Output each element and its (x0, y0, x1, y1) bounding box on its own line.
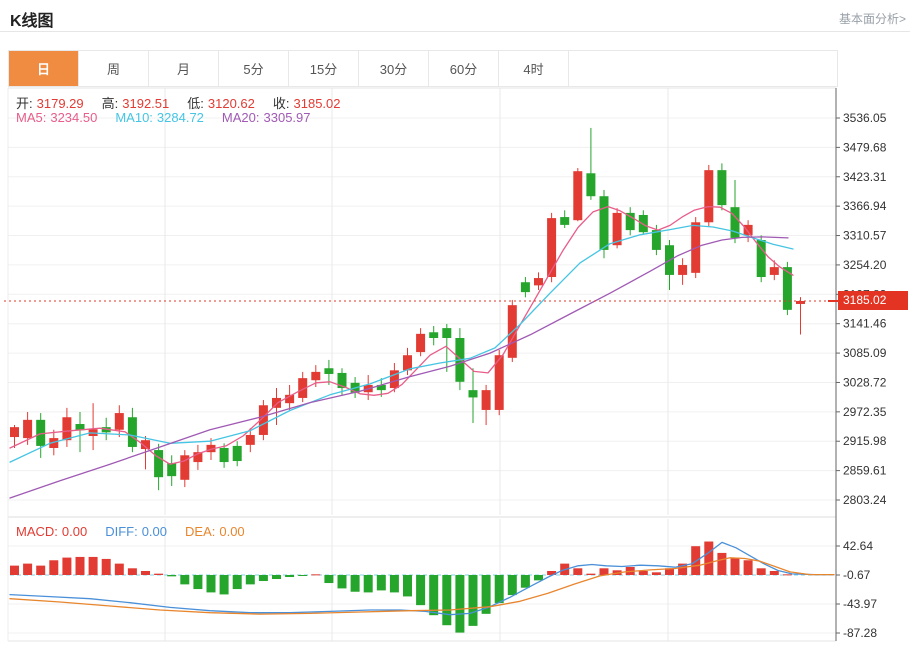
svg-text:2972.35: 2972.35 (843, 405, 887, 419)
svg-text:3085.09: 3085.09 (843, 346, 887, 360)
svg-text:3536.05: 3536.05 (843, 111, 887, 125)
readout-item: MA5:3234.50 (16, 110, 101, 125)
readout-item: 高:3192.51 (102, 96, 174, 111)
svg-text:2915.98: 2915.98 (843, 434, 887, 448)
readout-item: DIFF:0.00 (105, 524, 171, 539)
svg-text:42.64: 42.64 (843, 539, 873, 553)
svg-text:3479.68: 3479.68 (843, 140, 887, 154)
svg-text:3028.72: 3028.72 (843, 375, 887, 389)
kline-widget: K线图 基本面分析> 日周月5分15分30分60分4时 开:3179.29高:3… (0, 0, 910, 645)
svg-text:-87.28: -87.28 (843, 626, 877, 640)
readout-item: 开:3179.29 (16, 96, 88, 111)
svg-text:3141.46: 3141.46 (843, 317, 887, 331)
svg-text:3423.31: 3423.31 (843, 170, 887, 184)
current-price-badge: 3185.02 (838, 291, 908, 310)
readout-item: DEA:0.00 (185, 524, 249, 539)
svg-text:3366.94: 3366.94 (843, 199, 887, 213)
svg-text:3254.20: 3254.20 (843, 258, 887, 272)
svg-text:2803.24: 2803.24 (843, 493, 887, 507)
svg-text:-0.67: -0.67 (843, 568, 871, 582)
readout-item: 低:3120.62 (187, 96, 259, 111)
readout-item: MA20:3305.97 (222, 110, 315, 125)
ma-readout: MA5:3234.50 MA10:3284.72 MA20:3305.97 (16, 110, 329, 125)
readout-item: MACD:0.00 (16, 524, 91, 539)
svg-text:2859.61: 2859.61 (843, 464, 887, 478)
readout-item: 收:3185.02 (273, 96, 345, 111)
macd-readout: MACD:0.00 DIFF:0.00 DEA:0.00 (16, 524, 263, 539)
svg-text:-43.97: -43.97 (843, 597, 877, 611)
readout-item: MA10:3284.72 (115, 110, 208, 125)
svg-text:3310.57: 3310.57 (843, 229, 887, 243)
